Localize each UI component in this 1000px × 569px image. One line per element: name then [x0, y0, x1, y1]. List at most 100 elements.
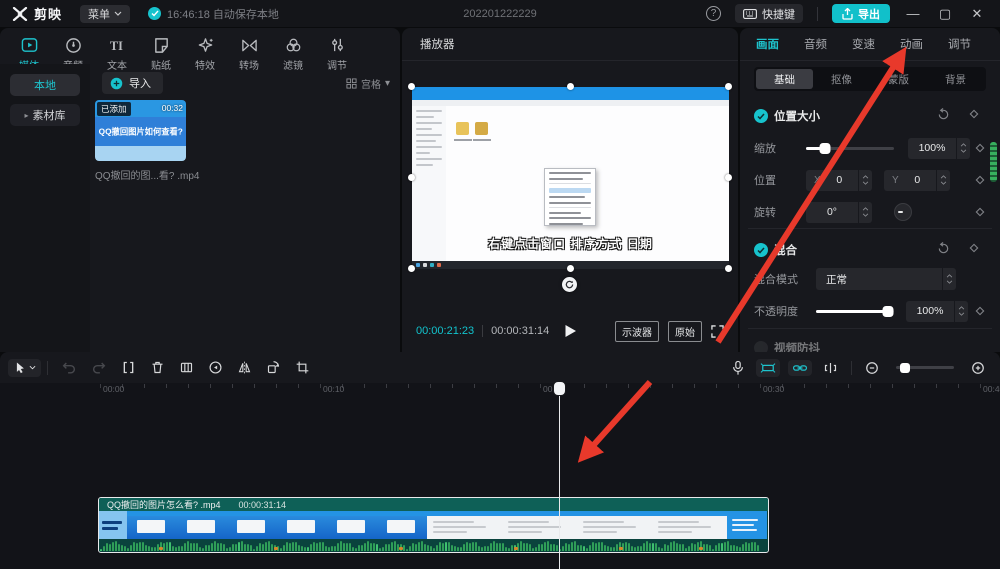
selection-handle[interactable]: [567, 265, 574, 272]
maximize-button[interactable]: ▢: [936, 6, 954, 22]
keyframe-diamond-icon[interactable]: [968, 242, 980, 254]
waveform-bar: [655, 543, 657, 551]
selection-handle[interactable]: [725, 265, 732, 272]
rotation-value-field[interactable]: 0°: [806, 201, 872, 223]
original-button[interactable]: 原始: [668, 320, 702, 342]
position-size-checkbox[interactable]: [754, 109, 768, 123]
mirror-button[interactable]: [237, 360, 252, 375]
keyframe-diamond-icon[interactable]: [974, 305, 986, 317]
zoom-in-button[interactable]: [971, 361, 985, 375]
keyframe-diamond-icon[interactable]: [974, 206, 986, 218]
keyframe-diamond-icon[interactable]: [974, 174, 986, 186]
rotation-dial[interactable]: [894, 203, 912, 221]
reset-icon[interactable]: [937, 242, 950, 255]
keyframe-diamond-icon[interactable]: [968, 108, 980, 120]
scale-slider[interactable]: [806, 142, 894, 154]
waveform-bar: [658, 547, 660, 551]
stepper[interactable]: [954, 300, 968, 322]
reset-icon[interactable]: [937, 108, 950, 121]
redo-button[interactable]: [91, 360, 107, 375]
selection-handle[interactable]: [725, 174, 732, 181]
waveform-bar: [415, 543, 417, 551]
minimize-button[interactable]: —: [904, 6, 922, 21]
position-x-field[interactable]: X 0: [806, 169, 872, 191]
play-button[interactable]: [564, 324, 577, 338]
waveform-bar: [604, 545, 606, 551]
tab-audio-props[interactable]: 音频: [804, 36, 827, 52]
snap-toggle[interactable]: [756, 358, 780, 377]
media-item-thumbnail[interactable]: QQ撤回图片如何查看? 已添加 00:32: [95, 100, 186, 161]
export-button[interactable]: 导出: [832, 4, 890, 23]
tab-effects[interactable]: 特效: [184, 33, 226, 78]
stepper[interactable]: [858, 169, 872, 191]
sidebar-item-local[interactable]: 本地: [10, 74, 80, 96]
grid-view-button[interactable]: 宫格 ▾: [346, 76, 390, 91]
selection-handle[interactable]: [408, 83, 415, 90]
stepper[interactable]: [956, 137, 970, 159]
waveform-bar: [199, 546, 201, 551]
blend-mode-dropdown[interactable]: 正常: [816, 268, 956, 290]
segment-cutout[interactable]: 抠像: [813, 69, 870, 89]
timeline-clip[interactable]: QQ撤回的图片怎么看? .mp4 00:00:31:14: [98, 497, 769, 553]
tab-picture[interactable]: 画面: [756, 36, 779, 52]
selection-handle[interactable]: [408, 174, 415, 181]
preview-axis-toggle[interactable]: [823, 361, 838, 375]
tab-adjust-props[interactable]: 调节: [948, 36, 971, 52]
rotate-handle[interactable]: [562, 277, 577, 292]
select-tool-button[interactable]: [8, 358, 41, 377]
import-button[interactable]: 导入: [102, 72, 163, 94]
stepper[interactable]: [942, 268, 956, 290]
scale-value-field[interactable]: 100%: [908, 137, 970, 159]
video-preview[interactable]: 右键点击窗口 排序方式 日期: [412, 87, 729, 269]
tab-transition[interactable]: 转场: [228, 33, 270, 78]
sidebar-item-library[interactable]: ▸ 素材库: [10, 104, 80, 126]
freeze-frame-button[interactable]: [179, 360, 194, 375]
stabilize-checkbox[interactable]: [754, 341, 768, 352]
link-toggle[interactable]: [788, 359, 812, 376]
timeline-zoom-slider[interactable]: [896, 362, 954, 373]
keyframe-diamond-icon[interactable]: [974, 142, 986, 154]
record-voiceover-button[interactable]: [731, 360, 745, 376]
segment-mask[interactable]: 蒙版: [870, 69, 927, 89]
waveform-bar: [388, 544, 390, 551]
opacity-slider[interactable]: [816, 305, 894, 317]
panel-scrollbar[interactable]: [990, 142, 997, 182]
waveform-bar: [568, 543, 570, 551]
scope-button[interactable]: 示波器: [615, 320, 659, 342]
waveform-bar: [205, 544, 207, 551]
delete-button[interactable]: [150, 360, 165, 375]
undo-button[interactable]: [61, 360, 77, 375]
timeline-ruler[interactable]: 00:0000:1000:2000:3000:40: [0, 383, 1000, 397]
waveform-bar: [340, 541, 342, 551]
menu-button[interactable]: 菜单: [80, 4, 131, 23]
fullscreen-icon[interactable]: [711, 324, 724, 338]
opacity-value-field[interactable]: 100%: [906, 300, 968, 322]
selection-handle[interactable]: [408, 265, 415, 272]
playhead-line[interactable]: [559, 383, 560, 569]
tab-speed[interactable]: 变速: [852, 36, 875, 52]
close-button[interactable]: ✕: [968, 6, 986, 22]
waveform-bar: [136, 543, 138, 551]
stepper[interactable]: [858, 201, 872, 223]
selection-handle[interactable]: [725, 83, 732, 90]
zoom-out-button[interactable]: [865, 361, 879, 375]
blend-checkbox[interactable]: [754, 243, 768, 257]
waveform-bar: [292, 542, 294, 551]
split-button[interactable]: [121, 360, 136, 375]
rotate-button[interactable]: [266, 360, 281, 375]
waveform-bar: [391, 542, 393, 551]
context-menu: [544, 168, 596, 226]
playhead-handle[interactable]: [553, 381, 566, 396]
segment-basic[interactable]: 基础: [756, 69, 813, 89]
stepper[interactable]: [936, 169, 950, 191]
segment-background[interactable]: 背景: [927, 69, 984, 89]
tab-filter[interactable]: 滤镜: [272, 33, 314, 78]
shortcut-button[interactable]: 快捷键: [735, 4, 803, 23]
tab-animation[interactable]: 动画: [900, 36, 923, 52]
tab-adjust[interactable]: 调节: [316, 33, 358, 78]
position-y-field[interactable]: Y 0: [884, 169, 950, 191]
reverse-button[interactable]: [208, 360, 223, 375]
crop-button[interactable]: [295, 360, 310, 375]
help-button[interactable]: ?: [706, 6, 721, 21]
selection-handle[interactable]: [567, 83, 574, 90]
